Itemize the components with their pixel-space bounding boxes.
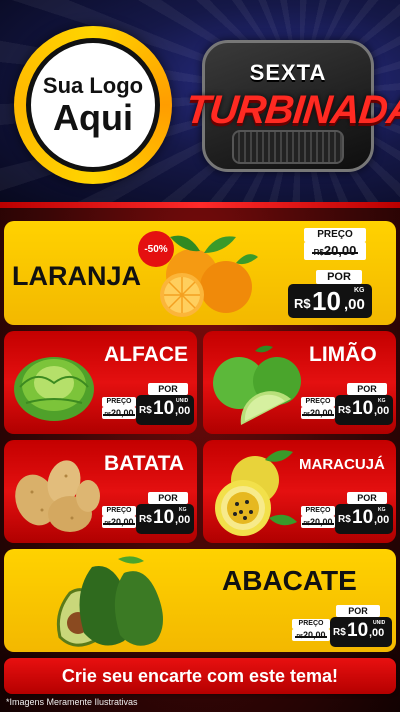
preco-label: PREÇO: [301, 506, 335, 516]
cta-banner: Crie seu encarte com este tema!: [4, 658, 396, 694]
por-label: POR: [336, 605, 380, 617]
product-card-abacate: ABACATE POR PREÇO R$20,00 R$ 10 ,00 UNID: [4, 549, 396, 652]
old-price: R$20,00: [292, 629, 330, 641]
header-banner: Sua Logo Aqui SEXTA TURBINADA: [0, 0, 400, 208]
old-price-value: 20,00: [110, 408, 134, 418]
price-integer: 10: [347, 620, 369, 641]
product-card-maracuja: MARACUJÁ POR PREÇO R$20,00 R$ 10 ,00 KG: [203, 440, 396, 543]
new-price: R$ 10 ,00 KG: [335, 504, 393, 534]
currency: R$: [139, 514, 152, 525]
logo-circle: Sua Logo Aqui: [26, 38, 160, 172]
old-price-value: 20,00: [309, 517, 333, 527]
product-name: LARANJA: [12, 261, 142, 291]
price-integer: 10: [352, 507, 374, 528]
discount-badge: -50%: [138, 231, 174, 267]
old-price-value: 20,00: [302, 630, 326, 640]
old-price-value: 20,00: [323, 243, 357, 258]
logo-text-line1: Sua Logo: [42, 73, 144, 98]
old-currency: R$: [313, 248, 324, 257]
new-price: R$ 10 ,00 UNID: [136, 395, 194, 425]
header-divider: [0, 202, 400, 208]
currency: R$: [333, 627, 346, 638]
price-box: POR PREÇO R$20,00 R$ 10 ,00 KG: [299, 383, 393, 431]
old-price: R$20,00: [301, 516, 335, 528]
badge-title-top: SEXTA: [249, 60, 327, 85]
price-integer: 10: [153, 507, 175, 528]
flyer-page: Sua Logo Aqui SEXTA TURBINADA LARANJA -5…: [0, 0, 400, 712]
avocado-icon: [56, 556, 163, 647]
price-unit: UNID: [176, 398, 189, 404]
old-price: R$20,00: [102, 516, 136, 528]
price-cents: ,00: [369, 627, 385, 639]
por-label: POR: [148, 383, 188, 395]
new-price: R$ 10 ,00 KG: [136, 504, 194, 534]
price-unit: KG: [378, 398, 386, 404]
new-price: R$ 10 ,00 KG: [288, 284, 372, 318]
price-cents: ,00: [344, 296, 365, 313]
preco-label: PREÇO: [292, 619, 330, 629]
old-price: R$20,00: [102, 407, 136, 419]
product-card-laranja: LARANJA -50% PREÇO R$20,00 POR R$ 10 ,00…: [4, 221, 396, 325]
currency: R$: [338, 405, 351, 416]
price-unit: KG: [179, 507, 187, 513]
price-box: POR PREÇO R$20,00 R$ 10 ,00 KG: [299, 492, 393, 540]
old-price: R$20,00: [304, 242, 366, 260]
price-cents: ,00: [374, 514, 390, 526]
new-price: R$ 10 ,00 UNID: [330, 617, 392, 647]
price-box: POR PREÇO R$20,00 R$ 10 ,00 KG: [100, 492, 194, 540]
price-cents: ,00: [374, 405, 390, 417]
price-cents: ,00: [175, 514, 191, 526]
price-unit: KG: [354, 287, 365, 294]
old-price-value: 20,00: [309, 408, 333, 418]
product-name: ABACATE: [222, 565, 357, 596]
lime-icon: [213, 345, 301, 425]
product-name: MARACUJÁ: [299, 456, 385, 473]
product-card-alface: ALFACE POR PREÇO R$20,00 R$ 10 ,00 UNID: [4, 331, 197, 434]
currency: R$: [139, 405, 152, 416]
price-box: POR PREÇO R$20,00 R$ 10 ,00 UNID: [290, 605, 394, 649]
price-box: POR PREÇO R$20,00 R$ 10 ,00 UNID: [100, 383, 194, 431]
price-integer: 10: [352, 398, 374, 419]
sexta-turbinada-badge: SEXTA TURBINADA: [183, 30, 400, 186]
price-unit: KG: [378, 507, 386, 513]
product-card-batata: BATATA POR PREÇO R$20,00 R$ 10 ,00 KG: [4, 440, 197, 543]
potato-icon: [15, 460, 100, 532]
discount-text: -50%: [144, 243, 168, 255]
currency: R$: [294, 296, 311, 311]
product-name: ALFACE: [104, 343, 188, 366]
logo-placeholder: Sua Logo Aqui: [14, 26, 172, 184]
preco-label: PREÇO: [102, 397, 136, 407]
price-integer: 10: [153, 398, 175, 419]
old-price: R$20,00: [301, 407, 335, 419]
price-box: PREÇO R$20,00 POR R$ 10 ,00 KG: [286, 228, 390, 320]
preco-label: PREÇO: [301, 397, 335, 407]
por-label: POR: [316, 270, 362, 284]
logo-text-line2: Aqui: [53, 97, 133, 138]
badge-title-main: TURBINADA: [183, 88, 400, 132]
por-label: POR: [347, 492, 387, 504]
disclaimer-text: *Imagens Meramente Ilustrativas: [6, 697, 138, 707]
passion-fruit-icon: [215, 450, 297, 536]
por-label: POR: [347, 383, 387, 395]
price-cents: ,00: [175, 405, 191, 417]
speaker-grill-icon: [232, 130, 344, 164]
price-integer: 10: [312, 286, 341, 316]
product-name: BATATA: [104, 452, 185, 475]
lettuce-icon: [14, 357, 94, 421]
currency: R$: [338, 514, 351, 525]
price-unit: UNID: [373, 620, 386, 626]
product-name: LIMÃO: [309, 343, 377, 366]
old-price-value: 20,00: [110, 517, 134, 527]
product-card-limao: LIMÃO POR PREÇO R$20,00 R$ 10 ,00 KG: [203, 331, 396, 434]
new-price: R$ 10 ,00 KG: [335, 395, 393, 425]
preco-label: PREÇO: [304, 228, 366, 242]
por-label: POR: [148, 492, 188, 504]
preco-label: PREÇO: [102, 506, 136, 516]
